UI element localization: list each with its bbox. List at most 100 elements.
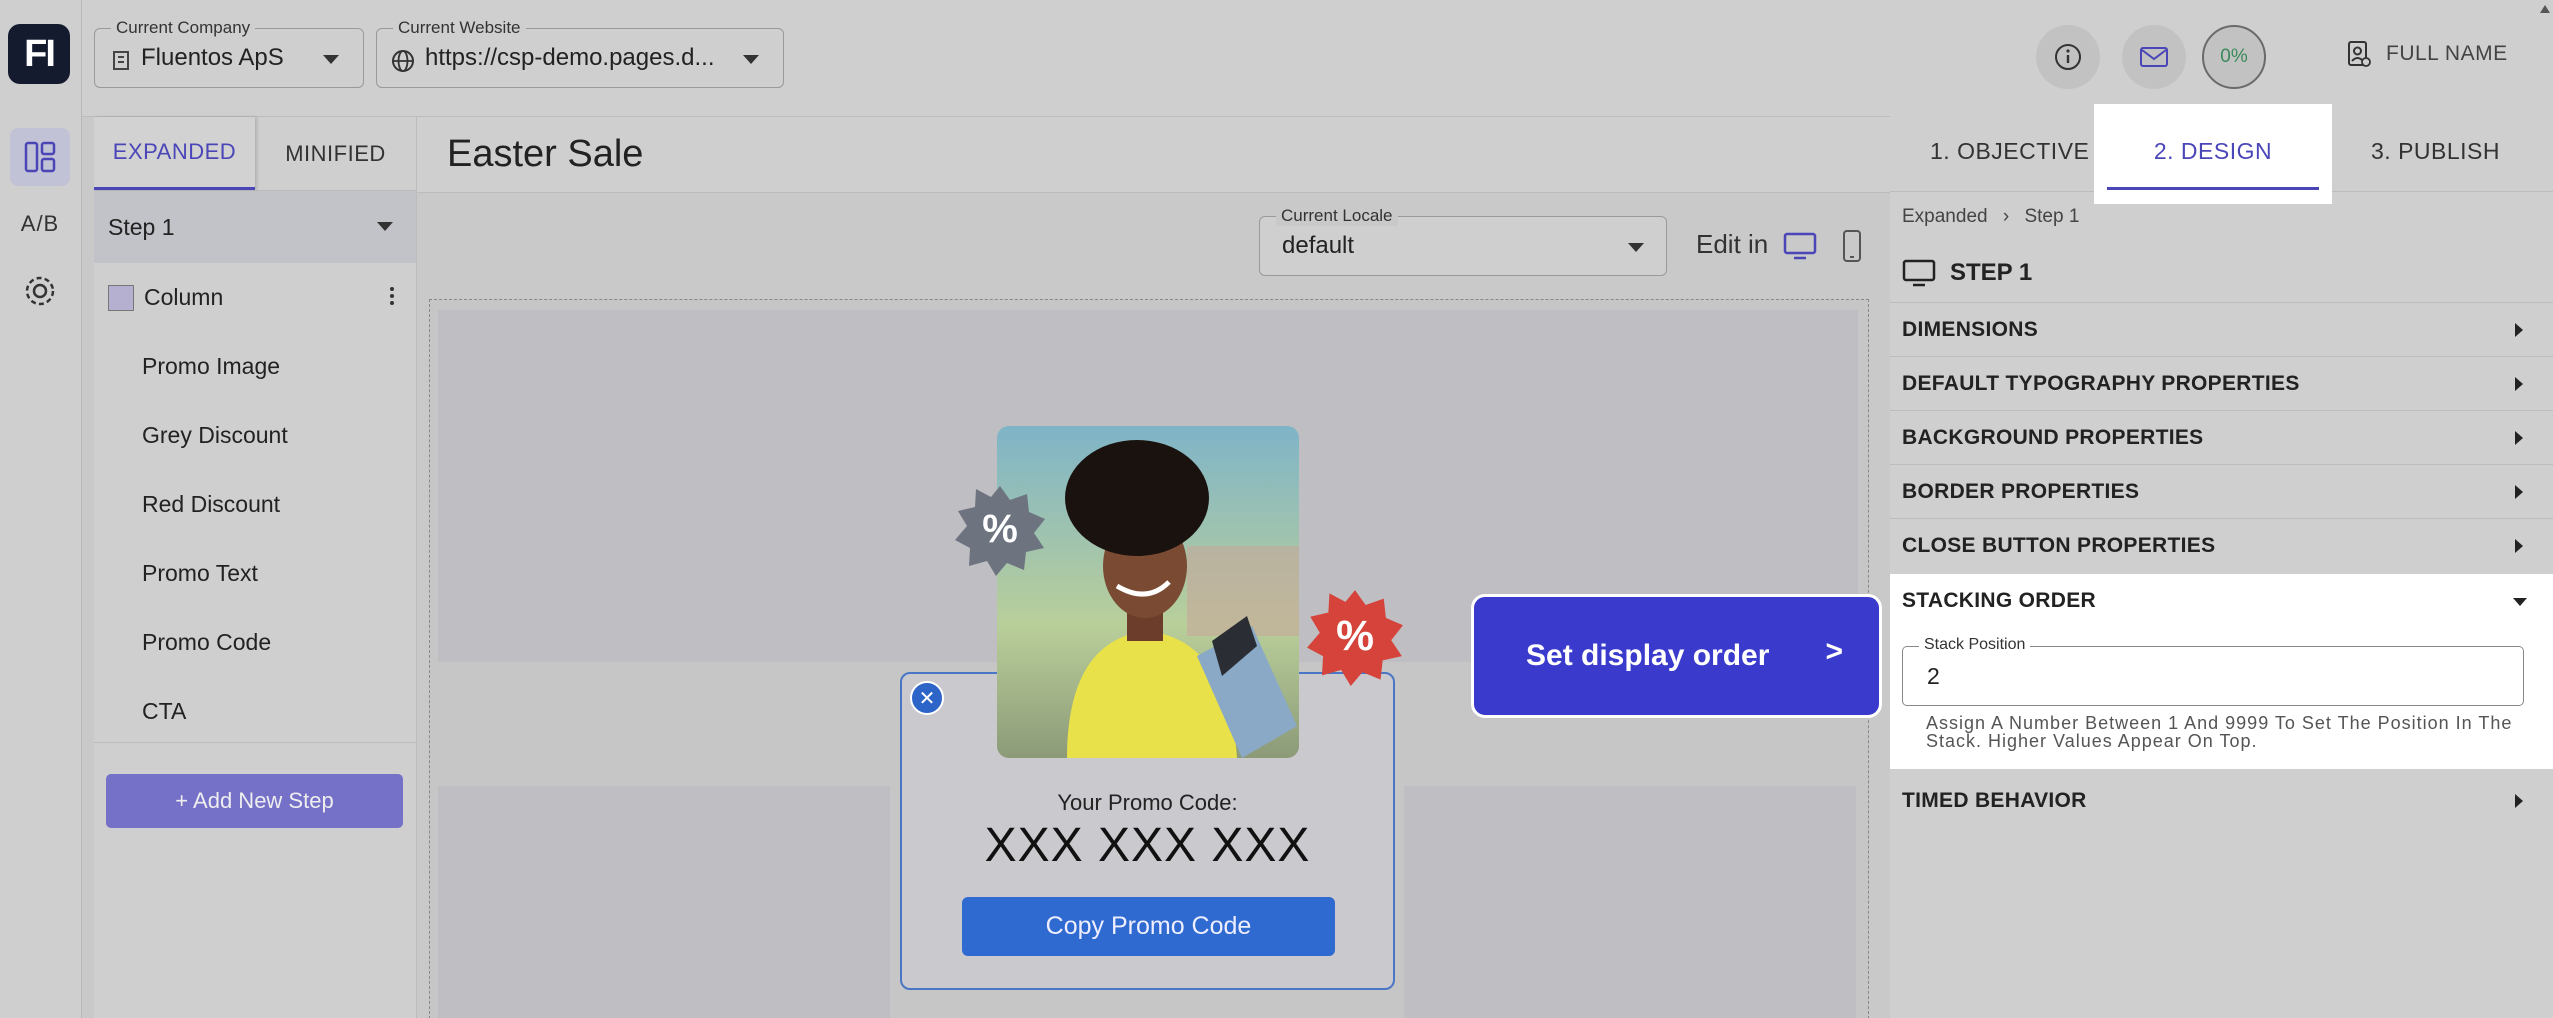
company-icon [113, 51, 129, 70]
mail-button[interactable] [2122, 25, 2186, 89]
info-button[interactable] [2036, 25, 2100, 89]
section-label: BACKGROUND PROPERTIES [1902, 425, 2204, 449]
tree-item-promo-image[interactable]: Promo Image [94, 332, 416, 401]
section-close-button[interactable]: CLOSE BUTTON PROPERTIES [1890, 518, 2553, 572]
chevron-right-icon [2515, 377, 2523, 391]
promo-code: XXX XXX XXX [984, 819, 1311, 872]
tab-design[interactable]: 2. DESIGN [2107, 116, 2319, 190]
stack-position-label: Stack Position [1919, 636, 2031, 654]
divider [94, 742, 416, 743]
section-label: BORDER PROPERTIES [1902, 479, 2140, 503]
user-menu[interactable]: FULL NAME [2346, 40, 2508, 68]
tree-item-cta[interactable]: CTA [94, 677, 416, 746]
locale-select-value: default [1282, 232, 1355, 259]
structure-panel: EXPANDED MINIFIED Step 1 Column Promo Im… [94, 117, 416, 1018]
breadcrumb-item[interactable]: Step 1 [2024, 206, 2079, 227]
tab-publish[interactable]: 3. PUBLISH [2371, 138, 2500, 165]
company-select-label: Current Company [111, 18, 256, 38]
canvas-block [1404, 786, 1856, 1018]
chevron-down-icon [323, 55, 339, 64]
mail-icon [2140, 47, 2168, 67]
workflow-tabs: 1. OBJECTIVE 2. DESIGN 3. PUBLISH [1890, 104, 2553, 204]
section-label: TIMED BEHAVIOR [1902, 789, 2087, 812]
tab-design-highlight: 2. DESIGN [2094, 104, 2332, 204]
promo-text: Your Promo Code: [1057, 790, 1238, 815]
layout-nav-button[interactable] [10, 128, 70, 186]
company-select[interactable]: Current Company Fluentos ApS [94, 18, 364, 88]
chevron-right-icon [2515, 323, 2523, 337]
canvas-block [438, 786, 890, 1018]
breadcrumb-item[interactable]: Expanded [1902, 206, 1988, 227]
grey-discount-badge[interactable]: % [954, 484, 1046, 576]
popup-close-button[interactable]: ✕ [910, 681, 944, 715]
info-icon [2055, 44, 2081, 70]
desktop-icon [1902, 259, 1936, 287]
locale-select[interactable]: Current Locale default [1259, 206, 1667, 276]
tab-expanded[interactable]: EXPANDED [94, 117, 255, 190]
properties-panel: 0% FULL NAME 1. OBJECTIVE 2. DESIGN 3. P… [1890, 0, 2553, 1018]
callout-label: Set display order [1526, 639, 1770, 672]
chevron-down-icon [377, 222, 393, 231]
set-display-order-callout: Set display order > [1471, 594, 1882, 718]
globe-icon [392, 50, 414, 72]
locale-select-label: Current Locale [1276, 206, 1398, 226]
copy-promo-code-button[interactable]: Copy Promo Code [962, 897, 1335, 956]
tree-item-promo-code[interactable]: Promo Code [94, 608, 416, 677]
user-name: FULL NAME [2386, 42, 2508, 65]
tree-item-column-label: Column [144, 284, 224, 310]
company-select-value: Fluentos ApS [141, 44, 284, 71]
chevron-right-icon [2515, 485, 2523, 499]
section-label: DIMENSIONS [1902, 317, 2039, 341]
view-tabs: EXPANDED MINIFIED [94, 117, 416, 191]
section-label: STACKING ORDER [1902, 589, 2096, 612]
section-background[interactable]: BACKGROUND PROPERTIES [1890, 410, 2553, 464]
page-title: Easter Sale [417, 117, 1890, 193]
red-discount-badge[interactable]: % [1306, 588, 1404, 686]
gear-icon [25, 276, 55, 306]
column-swatch-icon [108, 284, 134, 311]
section-border[interactable]: BORDER PROPERTIES [1890, 464, 2553, 518]
section-timed-behavior[interactable]: TIMED BEHAVIOR [1890, 774, 2553, 828]
tab-minified[interactable]: MINIFIED [255, 117, 416, 190]
tree-item-grey-discount[interactable]: Grey Discount [94, 401, 416, 470]
chevron-down-icon [2513, 598, 2527, 606]
stack-position-help: Assign A Number Between 1 And 9999 To Se… [1926, 713, 2513, 751]
website-select-label: Current Website [393, 18, 526, 38]
website-select-value: https://csp-demo.pages.d... [425, 44, 715, 71]
section-dimensions[interactable]: DIMENSIONS [1890, 302, 2553, 356]
desktop-view-icon[interactable] [1783, 231, 1817, 261]
tree-item-column[interactable]: Column [94, 263, 416, 332]
stack-position-field[interactable]: Stack Position 2 [1902, 636, 2524, 706]
section-label: DEFAULT TYPOGRAPHY PROPERTIES [1902, 371, 2300, 395]
layout-icon [24, 141, 56, 173]
section-stacking-order[interactable]: STACKING ORDER [1890, 574, 2553, 628]
tab-objective[interactable]: 1. OBJECTIVE [1930, 138, 2089, 165]
section-label: CLOSE BUTTON PROPERTIES [1902, 533, 2216, 557]
ab-label: A/B [20, 211, 60, 236]
top-bar: Current Company Fluentos ApS Current Web… [82, 0, 1890, 117]
more-options-icon[interactable] [390, 287, 394, 305]
section-typography[interactable]: DEFAULT TYPOGRAPHY PROPERTIES [1890, 356, 2553, 410]
tree-item-promo-text[interactable]: Promo Text [94, 539, 416, 608]
chevron-right-icon [2515, 539, 2523, 553]
user-badge-icon [2348, 41, 2371, 67]
step-title: STEP 1 [1950, 259, 2033, 286]
breadcrumb: Expanded › Step 1 [1902, 206, 2079, 228]
tree-item-red-discount[interactable]: Red Discount [94, 470, 416, 539]
ab-test-nav-button[interactable]: A/B [10, 195, 70, 253]
step-select[interactable]: Step 1 [94, 191, 416, 263]
chevron-down-icon [743, 55, 759, 64]
callout-arrow: > [1825, 635, 1843, 668]
website-select[interactable]: Current Website https://csp-demo.pages.d… [376, 18, 784, 88]
stacking-order-panel: STACKING ORDER Stack Position 2 Assign A… [1890, 574, 2553, 769]
progress-indicator: 0% [2202, 25, 2266, 89]
mobile-view-icon[interactable] [1841, 229, 1863, 263]
promo-image[interactable] [997, 426, 1299, 758]
add-new-step-button[interactable]: + Add New Step [106, 774, 403, 828]
red-discount-text: % [1336, 612, 1374, 660]
scroll-up-icon[interactable] [2539, 4, 2551, 14]
left-rail: FI A/B [0, 0, 82, 1018]
chevron-down-icon [1628, 243, 1644, 252]
settings-nav-button[interactable] [10, 262, 70, 320]
edit-in-label: Edit in [1696, 229, 1769, 259]
